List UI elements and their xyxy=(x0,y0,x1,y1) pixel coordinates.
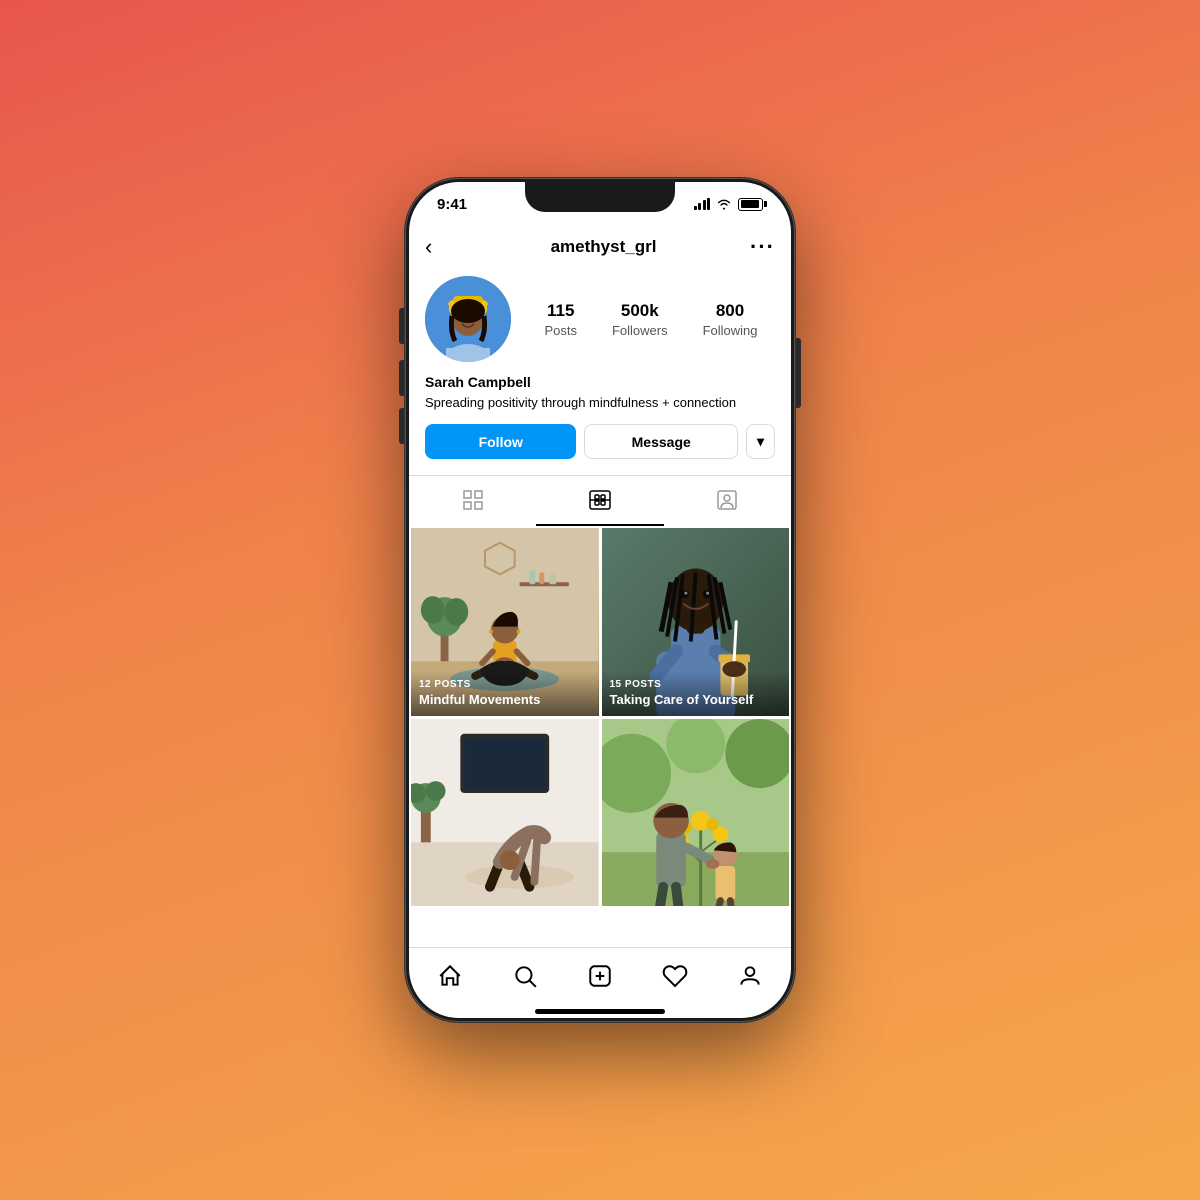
grid-row-1: 12 POSTS Mindful Movements xyxy=(411,528,789,716)
following-label: Following xyxy=(703,323,758,338)
bottom-nav xyxy=(409,947,791,1003)
tab-tagged[interactable] xyxy=(664,476,791,526)
stat-posts[interactable]: 115 Posts xyxy=(544,301,577,338)
reel-posts-count-1: 12 POSTS xyxy=(419,679,591,690)
heart-icon xyxy=(662,963,688,989)
avatar xyxy=(425,276,511,362)
profile-icon xyxy=(737,963,763,989)
posts-count: 115 xyxy=(547,301,574,321)
tabs-row xyxy=(409,475,791,526)
search-icon xyxy=(512,963,538,989)
nav-likes[interactable] xyxy=(637,955,712,997)
message-button[interactable]: Message xyxy=(584,424,737,459)
phone-screen: 9:41 ‹ amethyst_grl ··· xyxy=(409,182,791,1018)
post-taking-care[interactable]: 15 POSTS Taking Care of Yourself xyxy=(602,528,790,716)
reel-posts-count-2: 15 POSTS xyxy=(610,679,782,690)
garden-figure xyxy=(602,719,790,907)
nav-search[interactable] xyxy=(488,955,563,997)
nav-add[interactable] xyxy=(563,955,638,997)
reel-overlay-1: 12 POSTS Mindful Movements xyxy=(411,671,599,716)
signal-icon xyxy=(694,198,711,210)
dropdown-button[interactable]: ▾ xyxy=(746,424,775,459)
status-icons xyxy=(694,198,764,211)
nav-home[interactable] xyxy=(413,955,488,997)
posts-label: Posts xyxy=(544,323,577,338)
home-icon xyxy=(437,963,463,989)
more-options-button[interactable]: ··· xyxy=(750,234,775,260)
profile-stats: 115 Posts 500k Followers 800 Following xyxy=(527,301,775,338)
chevron-down-icon: ▾ xyxy=(757,433,764,450)
follow-button[interactable]: Follow xyxy=(425,424,576,459)
followers-count: 500k xyxy=(621,301,659,321)
profile-row: 115 Posts 500k Followers 800 Following xyxy=(425,276,775,362)
add-icon xyxy=(587,963,613,989)
reels-tab-icon xyxy=(588,488,612,512)
pose-figure xyxy=(411,719,599,907)
action-buttons: Follow Message ▾ xyxy=(425,424,775,459)
reel-overlay-2: 15 POSTS Taking Care of Yourself xyxy=(602,671,790,716)
posts-grid: 12 POSTS Mindful Movements xyxy=(409,526,791,947)
avatar-container[interactable] xyxy=(425,276,511,362)
phone-frame: 9:41 ‹ amethyst_grl ··· xyxy=(405,178,795,1022)
reel-title-1: Mindful Movements xyxy=(419,692,591,708)
wifi-icon xyxy=(716,198,732,210)
tab-reels[interactable] xyxy=(536,476,663,526)
status-time: 9:41 xyxy=(437,196,467,213)
profile-section: 115 Posts 500k Followers 800 Following S… xyxy=(409,268,791,475)
followers-label: Followers xyxy=(612,323,668,338)
grid-tab-icon xyxy=(461,488,485,512)
battery-fill xyxy=(741,200,759,208)
grid-row-2 xyxy=(411,719,789,907)
app-header: ‹ amethyst_grl ··· xyxy=(409,226,791,268)
post-garden[interactable] xyxy=(602,719,790,907)
stat-followers[interactable]: 500k Followers xyxy=(612,301,668,338)
post-yoga-pose[interactable] xyxy=(411,719,599,907)
back-button[interactable]: ‹ xyxy=(425,234,457,260)
tab-grid[interactable] xyxy=(409,476,536,526)
stat-following[interactable]: 800 Following xyxy=(703,301,758,338)
home-bar xyxy=(535,1009,665,1014)
tagged-tab-icon xyxy=(715,488,739,512)
battery-icon xyxy=(738,198,763,211)
nav-profile[interactable] xyxy=(712,955,787,997)
status-bar: 9:41 xyxy=(409,182,791,226)
post-mindful-movements[interactable]: 12 POSTS Mindful Movements xyxy=(411,528,599,716)
avatar-illustration xyxy=(425,276,511,362)
following-count: 800 xyxy=(716,301,744,321)
reel-title-2: Taking Care of Yourself xyxy=(610,692,782,708)
profile-name: Sarah Campbell xyxy=(425,374,775,390)
profile-username-header: amethyst_grl xyxy=(551,237,657,257)
profile-bio: Spreading positivity through mindfulness… xyxy=(425,394,775,412)
